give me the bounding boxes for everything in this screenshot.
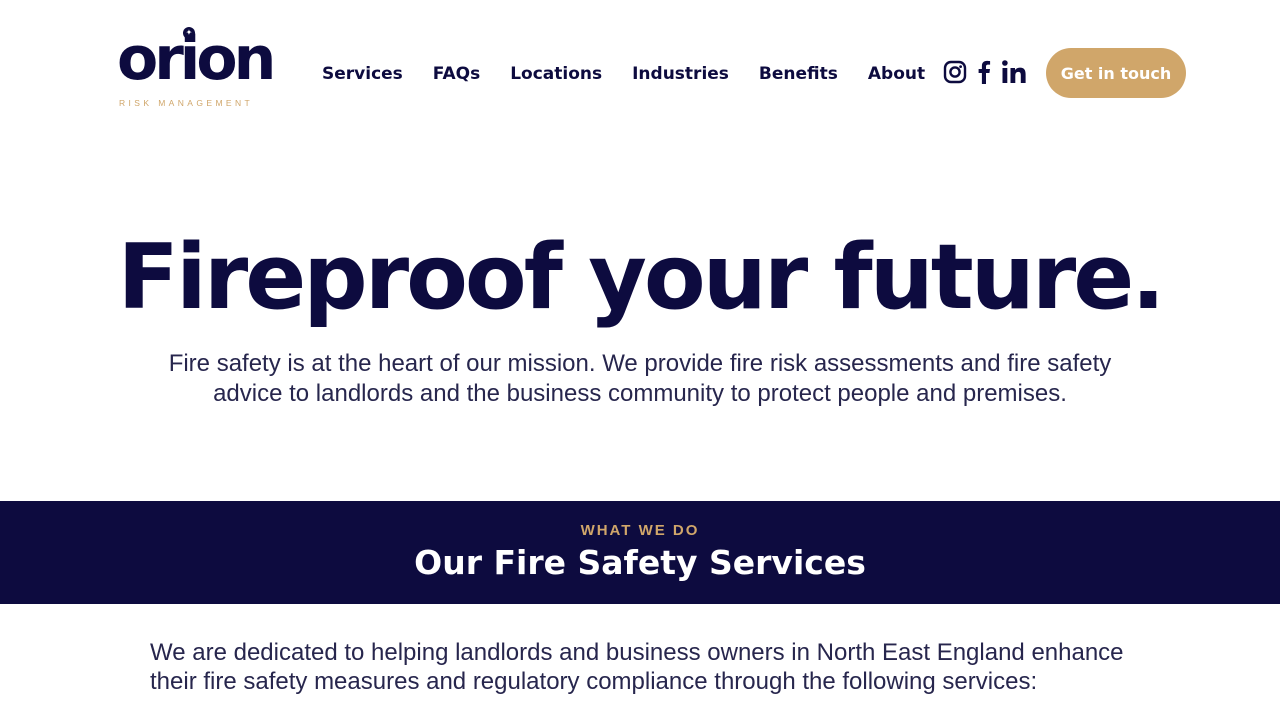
site-header: orion RISK MANAGEMENT Services FAQs Loca…: [0, 0, 1280, 130]
nav-item-about[interactable]: About: [868, 62, 925, 86]
instagram-icon[interactable]: [943, 58, 967, 86]
hero-title: Fireproof your future.: [117, 225, 1166, 330]
linkedin-icon[interactable]: [1001, 58, 1027, 86]
hero-description: Fire safety is at the heart of our missi…: [168, 350, 1112, 407]
main-nav: Services FAQs Locations Industries Benef…: [322, 62, 925, 86]
get-in-touch-button[interactable]: Get in touch: [1046, 48, 1186, 98]
section-eyebrow: WHAT WE DO: [580, 522, 700, 539]
logo-tagline: RISK MANAGEMENT: [119, 98, 254, 108]
nav-item-locations[interactable]: Locations: [510, 62, 602, 86]
services-banner: WHAT WE DO Our Fire Safety Services: [0, 501, 1280, 604]
section-title: Our Fire Safety Services: [414, 543, 866, 582]
logo-star-icon: [183, 25, 195, 41]
nav-item-faqs[interactable]: FAQs: [433, 62, 480, 86]
services-intro: We are dedicated to helping landlords an…: [150, 639, 1124, 695]
social-links: [943, 58, 1027, 86]
facebook-icon[interactable]: [976, 58, 992, 86]
nav-item-industries[interactable]: Industries: [632, 62, 729, 86]
nav-item-benefits[interactable]: Benefits: [759, 62, 838, 86]
logo-link[interactable]: orion RISK MANAGEMENT: [117, 24, 287, 114]
nav-item-services[interactable]: Services: [322, 62, 403, 86]
